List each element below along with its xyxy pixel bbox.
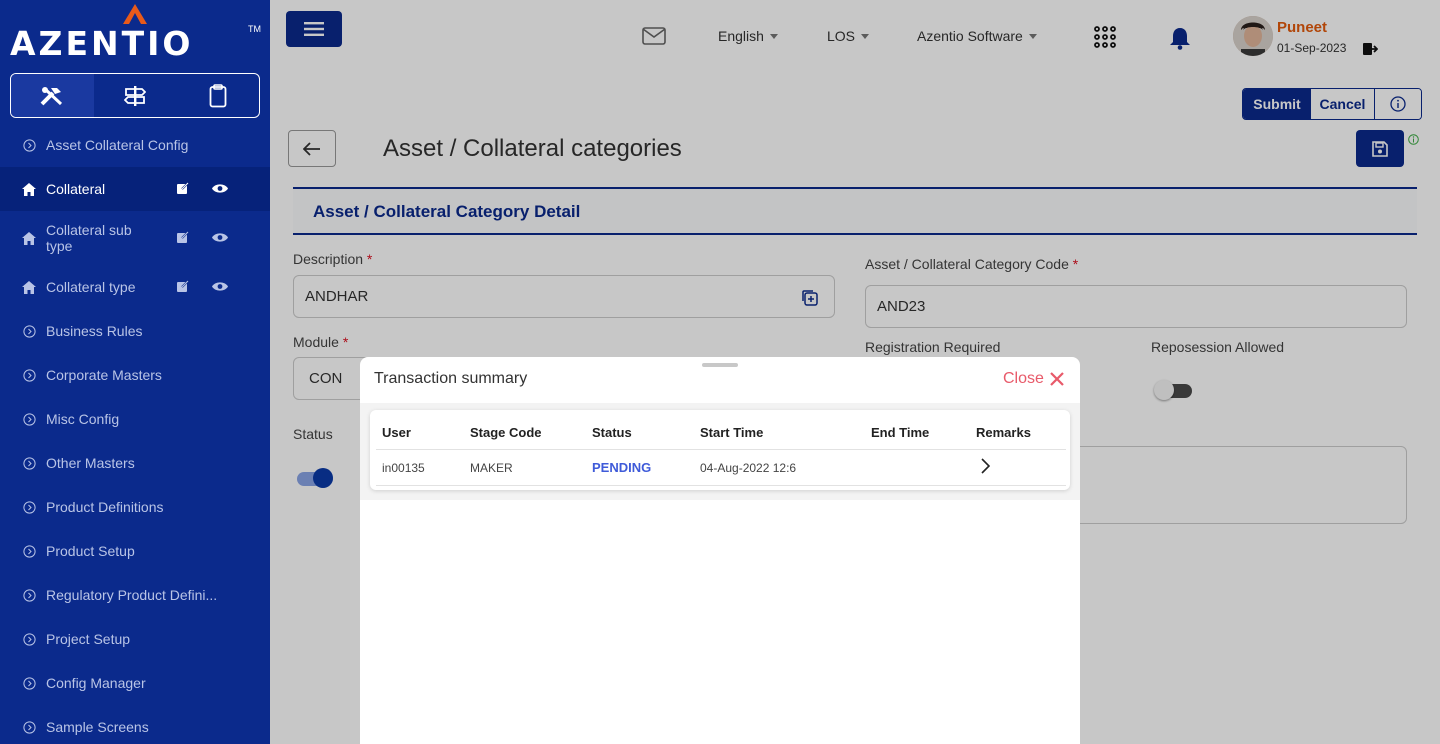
home-icon [22,182,36,196]
sidebar-item-misc-config[interactable]: Misc Config [0,397,270,441]
sidebar-item-product-setup[interactable]: Product Setup [0,529,270,573]
logo-mark-icon [123,4,147,24]
sidebar-item-product-definitions[interactable]: Product Definitions [0,485,270,529]
logo-trademark: TM [248,24,261,34]
sidebar-item-collateral[interactable]: Collateral [0,167,270,211]
column-header-stage-code: Stage Code [470,425,542,440]
sidebar-item-label: Collateral sub type [46,222,132,254]
sidebar-item-label: Collateral [46,181,106,197]
chevron-circle-icon [22,412,36,426]
tab-tools[interactable] [11,74,94,117]
sidebar-item-sample-screens[interactable]: Sample Screens [0,705,270,744]
home-icon [22,280,36,294]
tools-icon [40,86,63,105]
chevron-circle-icon [22,588,36,602]
chevron-circle-icon [22,456,36,470]
status-badge: PENDING [592,460,652,475]
edit-icon[interactable] [176,279,190,296]
sidebar-item-label: Product Setup [46,543,135,559]
edit-icon[interactable] [176,181,190,198]
sidebar-item-project-setup[interactable]: Project Setup [0,617,270,661]
column-header-end-time: End Time [871,425,930,440]
sidebar-item-label: Other Masters [46,455,135,471]
signpost-icon [124,85,146,106]
table-header-divider [376,449,1066,450]
sidebar-tool-tabs [10,73,260,118]
sidebar-item-label: Product Definitions [46,499,164,515]
close-icon [1050,372,1064,386]
tab-signpost[interactable] [94,74,177,117]
home-icon [22,231,36,245]
modal-header: Transaction summary Close [360,357,1080,403]
cell-user: in00135 [382,461,425,475]
cell-stage-code: MAKER [470,461,513,475]
clipboard-icon [209,83,227,107]
sidebar-item-actions [176,279,228,296]
modal-title: Transaction summary [374,370,528,387]
eye-icon[interactable] [212,230,228,246]
logo-text: AZENTIO [10,24,194,63]
column-header-start-time: Start Time [700,425,764,440]
edit-icon[interactable] [176,230,190,247]
sidebar-item-asset-collateral-config[interactable]: Asset Collateral Config [0,123,270,167]
chevron-circle-icon [22,720,36,734]
sidebar-item-label: Asset Collateral Config [46,137,189,153]
chevron-circle-icon [22,544,36,558]
transaction-summary-modal: Transaction summary Close User Stage Cod… [360,357,1080,744]
eye-icon[interactable] [212,279,228,295]
sidebar-item-label: Misc Config [46,411,120,427]
chevron-right-icon [981,458,991,474]
chevron-circle-icon [22,632,36,646]
close-label: Close [1003,370,1044,387]
sidebar-item-actions [176,181,228,198]
sidebar-item-business-rules[interactable]: Business Rules [0,309,270,353]
chevron-circle-icon [22,500,36,514]
sidebar-item-actions [176,230,228,247]
azentio-logo: AZENTIO TM [10,4,265,64]
column-header-remarks: Remarks [976,425,1031,440]
transaction-table: User Stage Code Status Start Time End Ti… [370,410,1070,490]
chevron-circle-icon [22,138,36,152]
sidebar-item-label: Regulatory Product Defini... [46,587,218,603]
eye-icon[interactable] [212,181,228,197]
remarks-expand-button[interactable] [980,458,991,479]
cell-start-time: 04-Aug-2022 12:6 [700,461,797,475]
chevron-circle-icon [22,676,36,690]
sidebar-nav: Asset Collateral Config Collateral Colla… [0,123,270,744]
column-header-user: User [382,425,411,440]
sidebar-item-label: Collateral type [46,279,136,295]
sidebar-item-label: Sample Screens [46,719,149,735]
drag-handle[interactable] [702,363,738,367]
sidebar: AZENTIO TM Asset Collateral Config Colla… [0,0,270,744]
sidebar-item-label: Corporate Masters [46,367,162,383]
chevron-circle-icon [22,324,36,338]
sidebar-item-config-manager[interactable]: Config Manager [0,661,270,705]
close-button[interactable]: Close [1003,370,1064,388]
table-row-divider [376,485,1066,486]
sidebar-item-corporate-masters[interactable]: Corporate Masters [0,353,270,397]
sidebar-item-other-masters[interactable]: Other Masters [0,441,270,485]
sidebar-item-collateral-type[interactable]: Collateral type [0,265,270,309]
sidebar-item-collateral-sub-type[interactable]: Collateral sub type [0,211,270,265]
chevron-circle-icon [22,368,36,382]
sidebar-item-regulatory-product-definitions[interactable]: Regulatory Product Defini... [0,573,270,617]
sidebar-item-label: Project Setup [46,631,131,647]
tab-clipboard[interactable] [176,74,259,117]
sidebar-item-label: Business Rules [46,323,143,339]
column-header-status: Status [592,425,632,440]
sidebar-item-label: Config Manager [46,675,146,691]
